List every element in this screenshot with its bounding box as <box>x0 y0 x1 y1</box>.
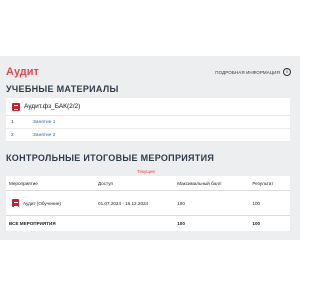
list-item[interactable]: 1 Занятие 1 <box>6 116 290 129</box>
event-max-score: 100 <box>177 200 185 206</box>
table-header: Мероприятие Доступ Максимальный балл Рез… <box>6 176 290 191</box>
document-icon <box>12 102 20 111</box>
table-row[interactable]: Аудит (Обучение) 01.07.2024 - 16.12.2024… <box>6 191 290 216</box>
detail-info-link[interactable]: ПОДРОБНАЯ ИНФОРМАЦИЯ i <box>215 68 291 76</box>
total-result: 100 <box>252 221 261 226</box>
tab-current[interactable]: Текущие <box>137 169 155 174</box>
lesson-link[interactable]: Занятие 1 <box>33 120 55 125</box>
event-cell[interactable]: Аудит (Обучение) <box>6 199 98 207</box>
table-total-row: ВСЕ МЕРОПРИЯТИЯ 100 100 <box>6 216 290 231</box>
list-item[interactable]: 2 Занятие 2 <box>6 129 290 142</box>
lesson-number: 1 <box>11 119 14 125</box>
lessons-list: 1 Занятие 1 2 Занятие 2 <box>6 115 290 142</box>
event-result: 100 <box>252 200 261 206</box>
info-icon[interactable]: i <box>283 68 291 76</box>
materials-card-name[interactable]: Аудит.фз_БАК(2/2) <box>24 103 80 110</box>
page: Аудит ПОДРОБНАЯ ИНФОРМАЦИЯ i УЧЕБНЫЕ МАТ… <box>0 0 300 300</box>
events-table: Мероприятие Доступ Максимальный балл Рез… <box>6 176 290 231</box>
column-header: Результат <box>252 180 274 186</box>
event-name[interactable]: Аудит (Обучение) <box>23 201 61 206</box>
total-max-score: 100 <box>177 221 185 226</box>
lesson-number: 2 <box>11 132 14 138</box>
lesson-link[interactable]: Занятие 2 <box>33 133 55 138</box>
event-access: 01.07.2024 - 16.12.2024 <box>98 200 149 206</box>
events-section-title: КОНТРОЛЬНЫЕ ИТОГОВЫЕ МЕРОПРИЯТИЯ <box>6 153 215 163</box>
column-header: Мероприятие <box>9 180 38 186</box>
column-header: Максимальный балл <box>177 180 222 186</box>
column-header: Доступ <box>98 180 114 186</box>
materials-section-title: УЧЕБНЫЕ МАТЕРИАЛЫ <box>6 84 119 94</box>
total-label: ВСЕ МЕРОПРИЯТИЯ <box>9 221 56 226</box>
document-icon <box>12 199 19 207</box>
detail-info-label: ПОДРОБНАЯ ИНФОРМАЦИЯ <box>215 69 280 75</box>
page-title: Аудит <box>6 66 39 78</box>
materials-card[interactable]: Аудит.фз_БАК(2/2) <box>6 98 290 115</box>
